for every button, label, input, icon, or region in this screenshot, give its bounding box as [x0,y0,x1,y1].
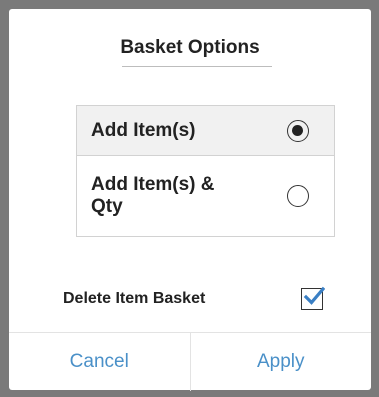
options-group: Add Item(s) Add Item(s) & Qty [76,105,335,237]
option-add-items[interactable]: Add Item(s) [77,106,334,156]
cancel-button[interactable]: Cancel [9,333,191,391]
option-add-items-qty[interactable]: Add Item(s) & Qty [77,156,334,236]
delete-item-basket-checkbox[interactable] [301,286,325,310]
dialog-footer: Cancel Apply [9,332,371,391]
dialog-title: Basket Options [120,37,260,58]
delete-item-basket-row[interactable]: Delete Item Basket [9,285,371,315]
option-label: Add Item(s) [91,119,196,141]
radio-add-items-qty[interactable] [287,185,309,207]
delete-item-basket-label: Delete Item Basket [63,290,206,307]
checkmark-icon [303,286,325,305]
radio-add-items[interactable] [287,119,309,142]
title-divider [122,66,272,67]
apply-button[interactable]: Apply [191,333,372,391]
basket-options-dialog: Basket Options Add Item(s) Add Item(s) &… [9,9,371,391]
option-label: Add Item(s) & Qty [91,174,215,217]
